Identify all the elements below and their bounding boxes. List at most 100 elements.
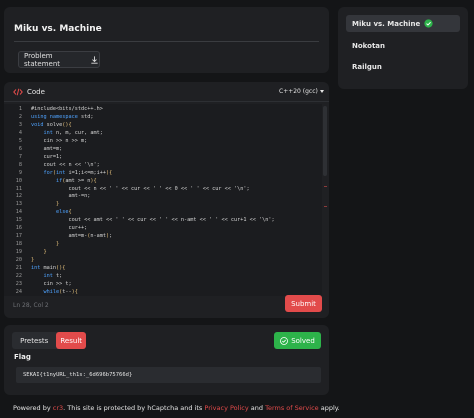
- title-divider: [14, 41, 319, 42]
- code-text: #include<bits/stdc++.h>: [31, 106, 103, 112]
- line-number: 2: [18, 113, 22, 120]
- status-label: Solved: [291, 336, 315, 345]
- language-select-value: C++20 (gcc): [279, 88, 318, 95]
- flag-label: Flag: [14, 353, 31, 361]
- code-text: cur++;: [31, 225, 88, 232]
- code-text: amt-=n;: [31, 193, 91, 200]
- sidebar-item-nokotan[interactable]: Nokotan: [346, 37, 460, 54]
- line-number: 24: [15, 288, 22, 295]
- code-text: cur=1;: [31, 153, 63, 160]
- footer-link-terms[interactable]: Terms of Service: [265, 404, 319, 412]
- code-line: 12 amt-=n;: [4, 193, 322, 201]
- code-text: for(int i=1;i<=m;i++){: [43, 169, 113, 176]
- code-text: amt=m-(n-amt);: [31, 233, 113, 240]
- footer-suffix: apply.: [318, 404, 340, 412]
- line-number: 5: [18, 137, 22, 144]
- chevron-down-icon: [319, 90, 324, 93]
- sidebar-item-label: Railgun: [352, 62, 382, 71]
- code-line: 13 }: [4, 201, 322, 209]
- line-number: 3: [18, 121, 22, 128]
- code-line: 14 else{: [4, 209, 322, 217]
- code-text: if(amt >= n){: [56, 177, 97, 184]
- language-select[interactable]: C++20 (gcc): [279, 88, 324, 95]
- line-number: 19: [15, 249, 22, 256]
- code-line: 21 int main(){: [4, 265, 322, 273]
- line-number: 20: [15, 257, 22, 264]
- code-line: 9 for(int i=1;i<=m;i++){: [4, 170, 322, 178]
- line-number: 10: [15, 177, 22, 184]
- code-editor-title: Code: [27, 88, 45, 96]
- challenge-sidebar: Miku vs. Machine Nokotan Railgun: [338, 7, 468, 89]
- line-number: 16: [15, 225, 22, 232]
- line-number: 12: [15, 193, 22, 200]
- footer-and: and: [248, 404, 266, 412]
- editor-scrollbar-thumb[interactable]: [323, 106, 327, 176]
- line-number: 14: [15, 209, 22, 216]
- tab-pretests[interactable]: Pretests: [12, 332, 56, 349]
- results-panel: Pretests Result Solved Flag SEKAI{t1nyUR…: [4, 325, 329, 395]
- line-number: 21: [15, 265, 22, 271]
- submit-button[interactable]: Submit: [285, 295, 322, 312]
- code-text: cin >> t;: [31, 280, 72, 287]
- code-text: int n, m, cur, amt;: [43, 129, 103, 136]
- line-number: 8: [18, 161, 22, 168]
- flag-value: SEKAI{t1nyURL_th1s:_6d696b75766d}: [16, 367, 321, 383]
- line-number: 4: [18, 129, 22, 136]
- footer-link-privacy[interactable]: Privacy Policy: [204, 404, 248, 412]
- line-number: 6: [18, 145, 22, 152]
- problem-statement-button[interactable]: Problem statement: [18, 51, 100, 68]
- code-line: 23 cin >> t;: [4, 281, 322, 289]
- footer-link-cr3[interactable]: cr3: [53, 404, 63, 412]
- code-text: cout << amt << ' ' << cur << ' ' << n-am…: [31, 217, 275, 224]
- sidebar-item-railgun[interactable]: Railgun: [346, 58, 460, 75]
- code-text: int t;: [43, 272, 63, 279]
- footer-middle: . This site is protected by hCaptcha and…: [63, 404, 205, 412]
- solved-status-badge: Solved: [274, 332, 321, 349]
- line-number: 22: [15, 272, 22, 279]
- code-line: 1 #include<bits/stdc++.h>: [4, 106, 322, 114]
- code-line: 16 cur++;: [4, 225, 322, 233]
- code-text: }: [43, 249, 47, 256]
- line-number: 23: [15, 280, 22, 287]
- sidebar-item-label: Miku vs. Machine: [352, 19, 421, 28]
- code-line: 8 cout << n << '\n';: [4, 162, 322, 170]
- code-line: 5 cin >> n >> m;: [4, 138, 322, 146]
- code-editor-textarea[interactable]: 1 #include<bits/stdc++.h> 2 using namespace…: [4, 104, 322, 296]
- download-icon: [91, 55, 98, 64]
- code-brackets-icon: [13, 88, 23, 96]
- footer-prefix: Powered by: [13, 404, 53, 412]
- code-line: 10 if(amt >= n){: [4, 178, 322, 186]
- code-line: 6 amt=m;: [4, 146, 322, 154]
- code-text: }: [56, 201, 60, 208]
- code-line: 15 cout << amt << ' ' << cur << ' ' << n…: [4, 217, 322, 225]
- line-number: 13: [15, 201, 22, 208]
- code-text: using namespace std;: [31, 113, 94, 120]
- code-line: 3 void solve(){: [4, 122, 322, 130]
- code-line: 11 cout << n << ' ' << cur << ' ' << 0 <…: [4, 186, 322, 194]
- code-line: 7 cur=1;: [4, 154, 322, 162]
- sidebar-item-miku-vs-machine[interactable]: Miku vs. Machine: [346, 15, 460, 32]
- code-text: cout << n << ' ' << cur << ' ' << 0 << '…: [31, 185, 250, 192]
- line-number: 1: [18, 106, 22, 112]
- problem-title: Miku vs. Machine: [14, 24, 102, 34]
- code-line: 20}: [4, 257, 322, 265]
- code-line: 22 int t;: [4, 273, 322, 281]
- code-line: 2 using namespace std;: [4, 114, 322, 122]
- scrollbar-marker: [324, 206, 327, 207]
- sidebar-item-label: Nokotan: [352, 41, 385, 50]
- code-line: 19 }: [4, 249, 322, 257]
- check-circle-icon: [280, 336, 289, 345]
- code-text: void solve(){: [31, 121, 72, 128]
- problem-header-panel: Miku vs. Machine Problem statement: [4, 7, 329, 73]
- line-number: 15: [15, 217, 22, 224]
- problem-statement-label: Problem statement: [24, 51, 61, 68]
- tab-result[interactable]: Result: [56, 332, 86, 349]
- code-line: 17 amt=m-(n-amt);: [4, 233, 322, 241]
- code-text: cin >> n >> m;: [31, 137, 88, 144]
- code-editor-panel: Code C++20 (gcc) 1 #include<bits/stdc++.h…: [4, 82, 329, 318]
- code-line: 24 while(t--){: [4, 289, 322, 296]
- code-text: cout << n << '\n';: [31, 161, 100, 168]
- results-tabs: Pretests Result: [12, 332, 86, 349]
- code-text: else{: [56, 209, 72, 216]
- code-line: 4 int n, m, cur, amt;: [4, 130, 322, 138]
